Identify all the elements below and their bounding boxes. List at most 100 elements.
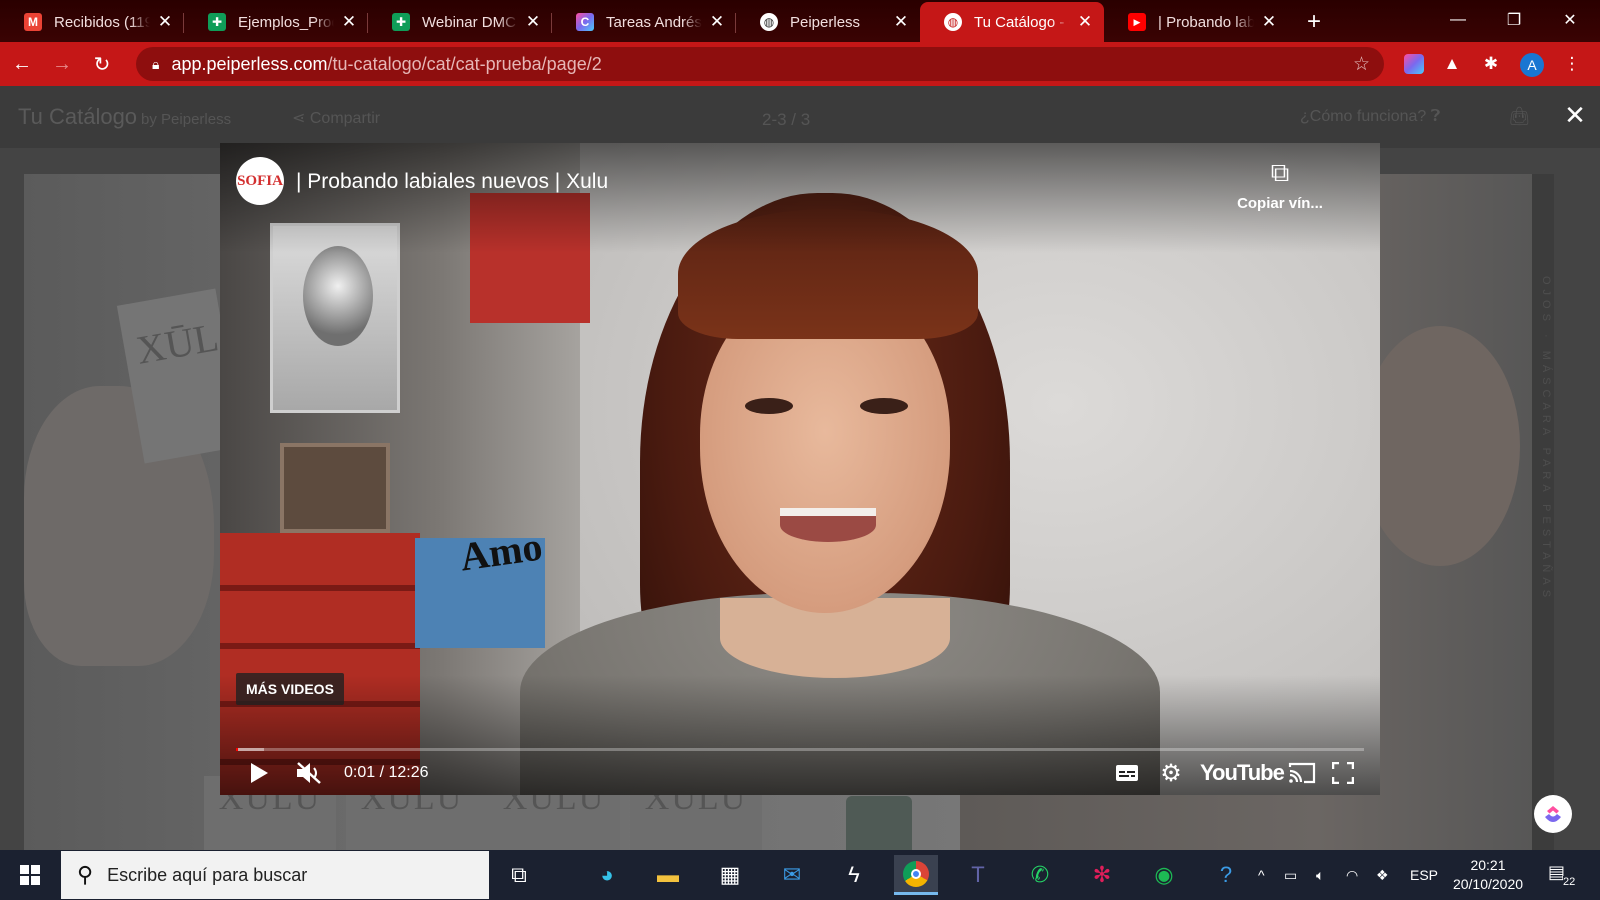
youtube-logo[interactable]: YouTube	[1200, 758, 1285, 788]
tab-webinar[interactable]: ✚ Webinar DMC 1 ✕	[368, 2, 552, 42]
browser-toolbar: ← → ↻ 🔒︎ app.peiperless.com/tu-catalogo/…	[0, 42, 1600, 86]
microsoft-store-icon[interactable]: ▦	[708, 855, 752, 895]
video-title[interactable]: | Probando labiales nuevos | Xulu	[296, 170, 608, 194]
bookmark-star-icon[interactable]: ☆	[1353, 53, 1370, 76]
bolt-app-icon[interactable]: ϟ	[832, 855, 876, 895]
back-button[interactable]: ←	[4, 46, 40, 82]
tab-close-icon[interactable]: ✕	[1076, 12, 1094, 31]
muted-speaker-icon	[297, 762, 321, 784]
tab-strip: M Recibidos (119) ✕ ✚ Ejemplos_Produ ✕ ✚…	[0, 0, 1600, 42]
clickup-floating-button[interactable]	[1534, 795, 1572, 833]
search-placeholder: Escribe aquí para buscar	[107, 864, 308, 885]
clickup-icon	[1545, 806, 1561, 822]
language-indicator[interactable]: ESP	[1410, 850, 1438, 900]
new-tab-button[interactable]: +	[1298, 6, 1330, 38]
youtube-icon: ▶	[1128, 13, 1146, 31]
url-host: app.peiperless.com	[171, 53, 328, 74]
system-clock[interactable]: 20:21 20/10/2020	[1445, 856, 1531, 894]
whatsapp-icon[interactable]: ✆	[1018, 855, 1062, 895]
copy-link-button[interactable]: ⧉ Copiar vín...	[1230, 157, 1330, 213]
tab-close-icon[interactable]: ✕	[708, 12, 726, 31]
wifi-icon[interactable]: ◠	[1346, 850, 1358, 900]
fullscreen-button[interactable]	[1328, 758, 1358, 788]
tab-gmail[interactable]: M Recibidos (119) ✕	[0, 2, 184, 42]
restore-button[interactable]: ❐	[1486, 0, 1542, 40]
tab-title: Ejemplos_Produ	[238, 13, 334, 31]
start-button[interactable]	[0, 850, 60, 900]
clickup-icon: C	[576, 13, 594, 31]
lock-icon: 🔒︎	[152, 55, 160, 72]
copy-icon: ⧉	[1270, 157, 1290, 187]
gmail-icon: M	[24, 13, 42, 31]
google-drive-extension-icon[interactable]: ▲	[1440, 52, 1464, 76]
subtitles-button[interactable]	[1112, 758, 1142, 788]
play-button[interactable]	[244, 758, 274, 788]
video-player[interactable]: Amo SOFIA | Probando labiales nuevos | X…	[220, 143, 1380, 795]
windows-logo-icon	[20, 865, 40, 885]
tab-close-icon[interactable]: ✕	[1260, 12, 1278, 31]
tab-title: Recibidos (119)	[54, 13, 150, 31]
how-it-works-link[interactable]: ¿Cómo funciona? ❓︎	[1300, 108, 1440, 126]
google-sheets-icon: ✚	[208, 13, 226, 31]
file-explorer-icon[interactable]: ▬	[646, 855, 690, 895]
close-modal-icon[interactable]: ✕	[1560, 100, 1590, 130]
tab-title: | Probando labia	[1158, 13, 1254, 31]
play-icon	[251, 763, 268, 783]
spotify-icon[interactable]: ◉	[1142, 855, 1186, 895]
fullscreen-icon	[1332, 762, 1354, 784]
catalog-header: Tu Catálogo by Peiperless ⋖ Compartir 2-3…	[0, 86, 1600, 148]
dropbox-icon[interactable]: ❖	[1376, 850, 1389, 900]
taskbar-search-box[interactable]: ⚲ Escribe aquí para buscar	[61, 851, 489, 899]
forward-button[interactable]: →	[44, 46, 80, 82]
menu-kebab-icon[interactable]: ⋮	[1560, 52, 1584, 76]
teams-icon[interactable]: T	[956, 855, 1000, 895]
profile-avatar[interactable]: A	[1520, 53, 1544, 77]
minimize-button[interactable]: —	[1430, 0, 1486, 40]
battery-icon[interactable]: ▭	[1284, 850, 1297, 900]
help-app-icon[interactable]: ?	[1204, 855, 1248, 895]
tab-close-icon[interactable]: ✕	[524, 12, 542, 31]
tab-close-icon[interactable]: ✕	[892, 12, 910, 31]
tab-title: Tu Catálogo - C	[974, 13, 1070, 31]
tab-close-icon[interactable]: ✕	[340, 12, 358, 31]
channel-avatar[interactable]: SOFIA	[236, 157, 284, 205]
page-indicator: 2-3 / 3	[762, 110, 811, 129]
shopping-bag-icon[interactable]: 👜︎	[1508, 106, 1531, 127]
tab-close-icon[interactable]: ✕	[156, 12, 174, 31]
edge-icon[interactable]: ◕	[585, 855, 629, 895]
url-path: /tu-catalogo/cat/cat-prueba/page/2	[327, 53, 602, 74]
spine-text: OJOS · MÁSCARA PARA PESTAÑAS	[1540, 276, 1552, 603]
catalog-brand: Tu Catálogo by Peiperless	[18, 104, 232, 129]
cast-icon	[1288, 762, 1316, 784]
slack-icon[interactable]: ✻	[1080, 855, 1124, 895]
close-window-button[interactable]: ✕	[1542, 0, 1598, 40]
cast-button[interactable]	[1286, 758, 1318, 788]
reload-button[interactable]: ↻	[84, 46, 120, 82]
share-button[interactable]: ⋖ Compartir	[292, 108, 380, 128]
globe-icon: ◍	[760, 13, 778, 31]
more-videos-button[interactable]: MÁS VIDEOS	[236, 673, 344, 705]
tab-youtube[interactable]: ▶ | Probando labia ✕	[1104, 2, 1288, 42]
progress-bar[interactable]	[236, 748, 1364, 751]
tab-peiperless[interactable]: ◍ Peiperless ✕	[736, 2, 920, 42]
extensions-puzzle-icon[interactable]: ✱	[1479, 52, 1503, 76]
time-display: 0:01 / 12:26	[344, 764, 429, 781]
gear-icon: ⚙	[1160, 759, 1182, 787]
notification-count: 22	[1563, 876, 1576, 888]
tab-tu-catalogo[interactable]: ◍ Tu Catálogo - C ✕	[920, 2, 1104, 42]
volume-icon[interactable]: 🔈︎	[1316, 850, 1324, 900]
search-icon: ⚲	[77, 862, 94, 887]
settings-button[interactable]: ⚙	[1156, 758, 1186, 788]
progress-loaded	[236, 748, 265, 751]
mail-icon[interactable]: ✉	[770, 855, 814, 895]
chrome-icon[interactable]	[894, 855, 938, 895]
address-bar[interactable]: 🔒︎ app.peiperless.com/tu-catalogo/cat/ca…	[136, 47, 1384, 81]
task-view-icon[interactable]: ⧉	[497, 855, 541, 895]
clickup-extension-icon[interactable]	[1402, 52, 1426, 76]
tab-ejemplos[interactable]: ✚ Ejemplos_Produ ✕	[184, 2, 368, 42]
mute-button[interactable]	[292, 758, 326, 788]
tab-tareas[interactable]: C Tareas Andrés | ✕	[552, 2, 736, 42]
tray-overflow-icon[interactable]: ^	[1258, 850, 1265, 900]
catalog-image-model	[1360, 326, 1520, 566]
subtitles-icon	[1116, 765, 1138, 781]
